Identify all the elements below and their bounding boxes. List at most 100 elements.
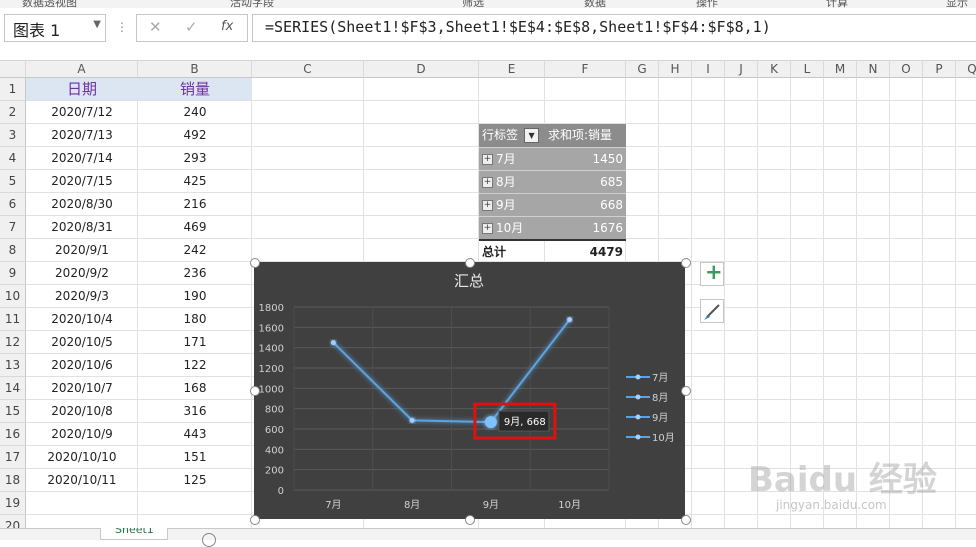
sales-cell[interactable]: 293 bbox=[138, 147, 252, 169]
row-header[interactable]: 15 bbox=[0, 400, 26, 423]
date-cell[interactable]: 2020/9/1 bbox=[26, 239, 138, 261]
row-header[interactable]: 9 bbox=[0, 262, 26, 285]
sheet-tab[interactable]: Sheet1 bbox=[100, 528, 168, 540]
sales-cell[interactable]: 443 bbox=[138, 423, 252, 445]
pivot-item-label[interactable]: +8月 bbox=[479, 170, 545, 193]
pivot-value-header[interactable]: 求和项:销量 bbox=[545, 124, 626, 147]
sales-cell[interactable]: 151 bbox=[138, 446, 252, 468]
date-cell[interactable]: 2020/7/14 bbox=[26, 147, 138, 169]
date-cell[interactable]: 2020/10/4 bbox=[26, 308, 138, 330]
add-sheet-icon[interactable] bbox=[202, 533, 216, 547]
sales-cell[interactable]: 216 bbox=[138, 193, 252, 215]
pivot-item-label[interactable]: +9月 bbox=[479, 193, 545, 216]
resize-handle[interactable] bbox=[465, 258, 475, 268]
row-header[interactable]: 5 bbox=[0, 170, 26, 193]
column-header-p[interactable]: P bbox=[923, 61, 956, 78]
column-header-b[interactable]: B bbox=[138, 61, 252, 78]
date-cell[interactable]: 2020/7/15 bbox=[26, 170, 138, 192]
resize-handle[interactable] bbox=[250, 515, 260, 525]
row-header[interactable]: 11 bbox=[0, 308, 26, 331]
sales-cell[interactable]: 122 bbox=[138, 354, 252, 376]
row-header[interactable]: 2 bbox=[0, 101, 26, 124]
pivot-row-label-header[interactable]: 行标签 ▼ bbox=[479, 124, 545, 147]
row-header[interactable]: 19 bbox=[0, 492, 26, 515]
resize-handle[interactable] bbox=[681, 386, 691, 396]
column-header-j[interactable]: J bbox=[725, 61, 758, 78]
header-cell-date[interactable]: 日期 bbox=[26, 78, 138, 100]
column-header-n[interactable]: N bbox=[857, 61, 890, 78]
expand-icon[interactable]: + bbox=[482, 223, 493, 234]
row-header[interactable]: 6 bbox=[0, 193, 26, 216]
filter-dropdown-icon[interactable]: ▼ bbox=[524, 128, 540, 143]
column-header-o[interactable]: O bbox=[890, 61, 923, 78]
formula-input[interactable]: =SERIES(Sheet1!$F$3,Sheet1!$E$4:$E$8,She… bbox=[252, 14, 976, 42]
column-header-e[interactable]: E bbox=[479, 61, 545, 78]
date-cell[interactable]: 2020/10/8 bbox=[26, 400, 138, 422]
row-header[interactable]: 14 bbox=[0, 377, 26, 400]
select-all-corner[interactable] bbox=[0, 61, 26, 78]
enter-icon[interactable]: ✓ bbox=[185, 18, 198, 36]
column-header-c[interactable]: C bbox=[252, 61, 364, 78]
row-header[interactable]: 3 bbox=[0, 124, 26, 147]
resize-handle[interactable] bbox=[250, 386, 260, 396]
sales-cell[interactable]: 171 bbox=[138, 331, 252, 353]
pivot-total-label[interactable]: 总计 bbox=[479, 239, 545, 262]
column-header-g[interactable]: G bbox=[626, 61, 659, 78]
row-header[interactable]: 12 bbox=[0, 331, 26, 354]
chart-elements-button[interactable]: + bbox=[700, 260, 724, 286]
row-header[interactable]: 13 bbox=[0, 354, 26, 377]
sales-cell[interactable]: 469 bbox=[138, 216, 252, 238]
cancel-icon[interactable]: ✕ bbox=[149, 18, 162, 36]
sales-cell[interactable]: 168 bbox=[138, 377, 252, 399]
row-header[interactable]: 8 bbox=[0, 239, 26, 262]
chart-styles-button[interactable] bbox=[700, 299, 724, 323]
row-header[interactable]: 16 bbox=[0, 423, 26, 446]
row-header[interactable]: 1 bbox=[0, 78, 26, 101]
expand-icon[interactable]: + bbox=[482, 200, 493, 211]
column-header-l[interactable]: L bbox=[791, 61, 824, 78]
row-header[interactable]: 4 bbox=[0, 147, 26, 170]
pivot-item-value[interactable]: 1676 bbox=[545, 216, 626, 239]
row-header[interactable]: 10 bbox=[0, 285, 26, 308]
sales-cell[interactable]: 180 bbox=[138, 308, 252, 330]
header-cell-sales[interactable]: 销量 bbox=[138, 78, 252, 100]
date-cell[interactable]: 2020/8/31 bbox=[26, 216, 138, 238]
sales-cell[interactable]: 125 bbox=[138, 469, 252, 491]
sales-cell[interactable]: 240 bbox=[138, 101, 252, 123]
date-cell[interactable]: 2020/10/11 bbox=[26, 469, 138, 491]
pivot-item-label[interactable]: +10月 bbox=[479, 216, 545, 239]
sales-cell[interactable]: 236 bbox=[138, 262, 252, 284]
pivot-item-value[interactable]: 1450 bbox=[545, 147, 626, 170]
sales-cell[interactable]: 492 bbox=[138, 124, 252, 146]
row-header[interactable]: 17 bbox=[0, 446, 26, 469]
column-header-f[interactable]: F bbox=[545, 61, 626, 78]
expand-icon[interactable]: + bbox=[482, 154, 493, 165]
line-chart[interactable]: 汇总 0 200 400 600 800 1000 1200 1400 1600 1800 7月 8月 9… bbox=[254, 262, 685, 519]
date-cell[interactable]: 2020/10/10 bbox=[26, 446, 138, 468]
sales-cell[interactable]: 425 bbox=[138, 170, 252, 192]
date-cell[interactable]: 2020/10/7 bbox=[26, 377, 138, 399]
pivot-item-value[interactable]: 668 bbox=[545, 193, 626, 216]
date-cell[interactable]: 2020/7/13 bbox=[26, 124, 138, 146]
column-header-a[interactable]: A bbox=[26, 61, 138, 78]
resize-handle[interactable] bbox=[681, 515, 691, 525]
pivot-item-value[interactable]: 685 bbox=[545, 170, 626, 193]
column-header-d[interactable]: D bbox=[364, 61, 479, 78]
date-cell[interactable]: 2020/10/5 bbox=[26, 331, 138, 353]
date-cell[interactable]: 2020/9/2 bbox=[26, 262, 138, 284]
column-header-h[interactable]: H bbox=[659, 61, 692, 78]
row-header[interactable]: 18 bbox=[0, 469, 26, 492]
sales-cell[interactable]: 190 bbox=[138, 285, 252, 307]
row-header[interactable]: 7 bbox=[0, 216, 26, 239]
date-cell[interactable]: 2020/10/9 bbox=[26, 423, 138, 445]
column-header-q[interactable]: Q bbox=[956, 61, 976, 78]
expand-icon[interactable]: + bbox=[482, 177, 493, 188]
column-header-k[interactable]: K bbox=[758, 61, 791, 78]
resize-handle[interactable] bbox=[465, 515, 475, 525]
sales-cell[interactable]: 316 bbox=[138, 400, 252, 422]
insert-function-icon[interactable]: fx bbox=[221, 19, 233, 34]
date-cell[interactable]: 2020/7/12 bbox=[26, 101, 138, 123]
date-cell[interactable]: 2020/8/30 bbox=[26, 193, 138, 215]
resize-handle[interactable] bbox=[250, 258, 260, 268]
pivot-item-label[interactable]: +7月 bbox=[479, 147, 545, 170]
